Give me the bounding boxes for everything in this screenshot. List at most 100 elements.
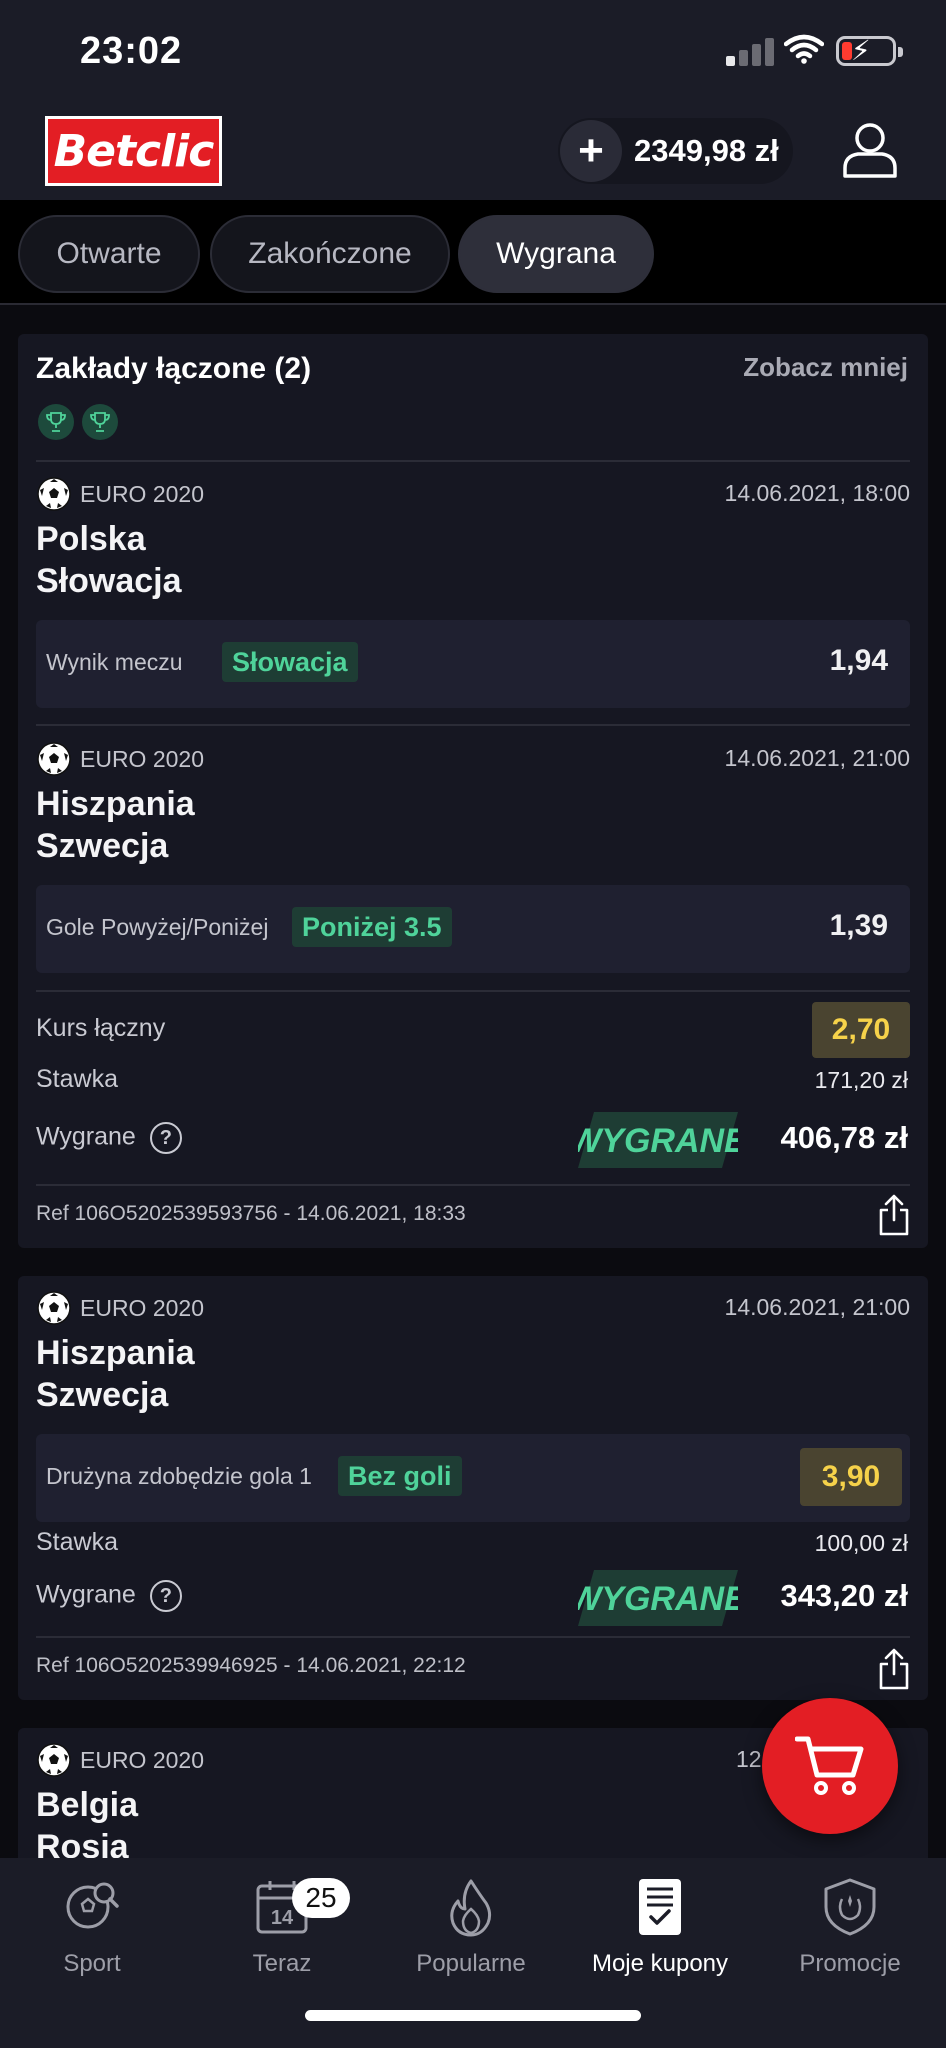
total-odds-value: 2,70 [812, 1002, 910, 1058]
winnings-amount: 406,78 zł [780, 1120, 908, 1155]
divider [36, 460, 910, 462]
stake-label: Stawka [36, 1528, 118, 1556]
competition-row: EURO 2020 [36, 1290, 204, 1326]
bet-event[interactable]: EURO 2020 14.06.2021, 21:00 Hiszpania Sz… [36, 741, 910, 973]
app-header: Betclic + 2349,98 zł [0, 100, 946, 200]
competition-row: EURO 2020 [36, 741, 204, 777]
coupon-icon [639, 1879, 681, 1935]
competition-name: EURO 2020 [80, 1294, 205, 1321]
competition-row: EURO 2020 [36, 1742, 204, 1778]
team-home: Belgia [36, 1786, 139, 1824]
nav-label: Moje kupony [591, 1950, 729, 1977]
betclic-logo[interactable]: Betclic [45, 116, 222, 186]
bet-reference: Ref 106O5202539946925 - 14.06.2021, 22:1… [36, 1654, 466, 1677]
selection-pick: Bez goli [338, 1456, 462, 1496]
team-home: Hiszpania [36, 785, 195, 823]
competition-name: EURO 2020 [80, 480, 205, 507]
tab-otwarte[interactable]: Otwarte [18, 215, 200, 293]
nav-moje-kupony[interactable]: Moje kupony [570, 1872, 750, 1978]
logo-text: Betclic [53, 125, 215, 177]
selection-odds: 3,90 [800, 1448, 902, 1506]
betslip-cart-button[interactable] [762, 1698, 898, 1834]
help-icon[interactable]: ? [149, 1122, 182, 1154]
share-icon[interactable] [878, 1194, 910, 1236]
status-time: 23:02 [80, 30, 183, 72]
flame-icon [450, 1879, 492, 1937]
winnings-label: Wygrane [36, 1580, 136, 1609]
shield-laurel-icon [824, 1878, 876, 1936]
nav-teraz[interactable]: 14 25 Teraz [192, 1872, 372, 1978]
competition-row: EURO 2020 [36, 476, 204, 512]
soccer-ball-icon [37, 477, 71, 511]
combo-bet-title: Zakłady łączone (2) [36, 352, 312, 385]
stake-value: 171,20 zł [814, 1067, 908, 1093]
trophy-icon [82, 404, 118, 440]
help-icon[interactable]: ? [149, 1580, 182, 1612]
battery-charging-icon: ⚡ [836, 35, 903, 66]
balance-amount: 2349,98 zł [634, 133, 779, 168]
team-away: Szwecja [36, 827, 169, 865]
competition-name: EURO 2020 [80, 745, 205, 772]
divider [36, 1636, 910, 1638]
live-count-badge: 25 [292, 1878, 350, 1918]
event-datetime: 14.06.2021, 18:00 [724, 480, 910, 506]
shopping-cart-icon [795, 1736, 864, 1795]
user-account-icon[interactable] [840, 120, 900, 180]
team-home: Hiszpania [36, 1334, 195, 1372]
total-odds-label: Kurs łączny [36, 1014, 166, 1042]
bet-filter-tabs: Otwarte Zakończone Wygrana [0, 200, 946, 305]
won-badge-text: WYGRANE [578, 1580, 738, 1618]
selection-pick: Słowacja [222, 642, 358, 682]
see-less-link[interactable]: Zobacz mniej [743, 352, 908, 383]
market-row: Drużyna zdobędzie gola 1 Bez goli 3,90 [36, 1434, 910, 1522]
competition-name: EURO 2020 [80, 1746, 205, 1773]
divider [36, 724, 910, 726]
event-datetime: 14.06.2021, 21:00 [724, 745, 910, 771]
selection-odds: 1,39 [829, 909, 888, 942]
nav-label: Popularne [416, 1950, 526, 1977]
divider [36, 990, 910, 992]
nav-label: Promocje [799, 1950, 901, 1977]
winnings-row-label: Wygrane? [36, 1122, 182, 1154]
soccer-ball-icon [37, 742, 71, 776]
cellular-signal-icon [726, 36, 774, 66]
status-bar: 23:02 ⚡ [0, 0, 946, 100]
tab-wygrana[interactable]: Wygrana [458, 215, 654, 293]
market-row: Wynik meczu Słowacja 1,94 [36, 620, 910, 708]
share-icon[interactable] [878, 1648, 910, 1690]
stake-label: Stawka [36, 1065, 118, 1093]
selection-odds: 1,94 [829, 644, 888, 677]
tab-zakonczone[interactable]: Zakończone [210, 215, 450, 293]
bet-event[interactable]: EURO 2020 14.06.2021, 21:00 Hiszpania Sz… [36, 1290, 910, 1530]
team-away: Szwecja [36, 1376, 169, 1414]
won-status-badge: WYGRANE [578, 1112, 738, 1168]
nav-popularne[interactable]: Popularne [381, 1872, 561, 1978]
event-datetime: 14.06.2021, 21:00 [724, 1294, 910, 1320]
nav-sport[interactable]: Sport [2, 1872, 182, 1978]
soccer-ball-icon [37, 1291, 71, 1325]
nav-promocje[interactable]: Promocje [760, 1872, 940, 1978]
bet-reference: Ref 106O5202539593756 - 14.06.2021, 18:3… [36, 1202, 466, 1225]
winnings-amount: 343,20 zł [780, 1578, 908, 1613]
bet-event[interactable]: EURO 2020 14.06.2021, 18:00 Polska Słowa… [36, 476, 910, 708]
winnings-label: Wygrane [36, 1122, 136, 1151]
add-funds-button[interactable]: + [560, 120, 622, 182]
combo-bet-card: Zakłady łączone (2) Zobacz mniej EURO 20… [18, 334, 928, 1248]
won-status-badge: WYGRANE [578, 1570, 738, 1626]
team-home: Polska [36, 520, 146, 558]
soccer-ball-icon [37, 1743, 71, 1777]
nav-label: Sport [63, 1950, 121, 1977]
market-label: Drużyna zdobędzie gola 1 [46, 1463, 312, 1489]
nav-label: Teraz [252, 1950, 312, 1977]
winnings-row-label: Wygrane? [36, 1580, 182, 1612]
single-bet-card: EURO 2020 14.06.2021, 21:00 Hiszpania Sz… [18, 1276, 928, 1700]
balance-pill[interactable]: + 2349,98 zł [558, 118, 793, 184]
team-away: Słowacja [36, 562, 182, 600]
won-badge-text: WYGRANE [578, 1122, 738, 1160]
market-label: Wynik meczu [46, 649, 183, 675]
stake-value: 100,00 zł [814, 1530, 908, 1556]
home-indicator [305, 2010, 641, 2021]
trophy-icon [38, 404, 74, 440]
wifi-icon [784, 34, 824, 64]
soccer-ball-search-icon [66, 1882, 119, 1929]
